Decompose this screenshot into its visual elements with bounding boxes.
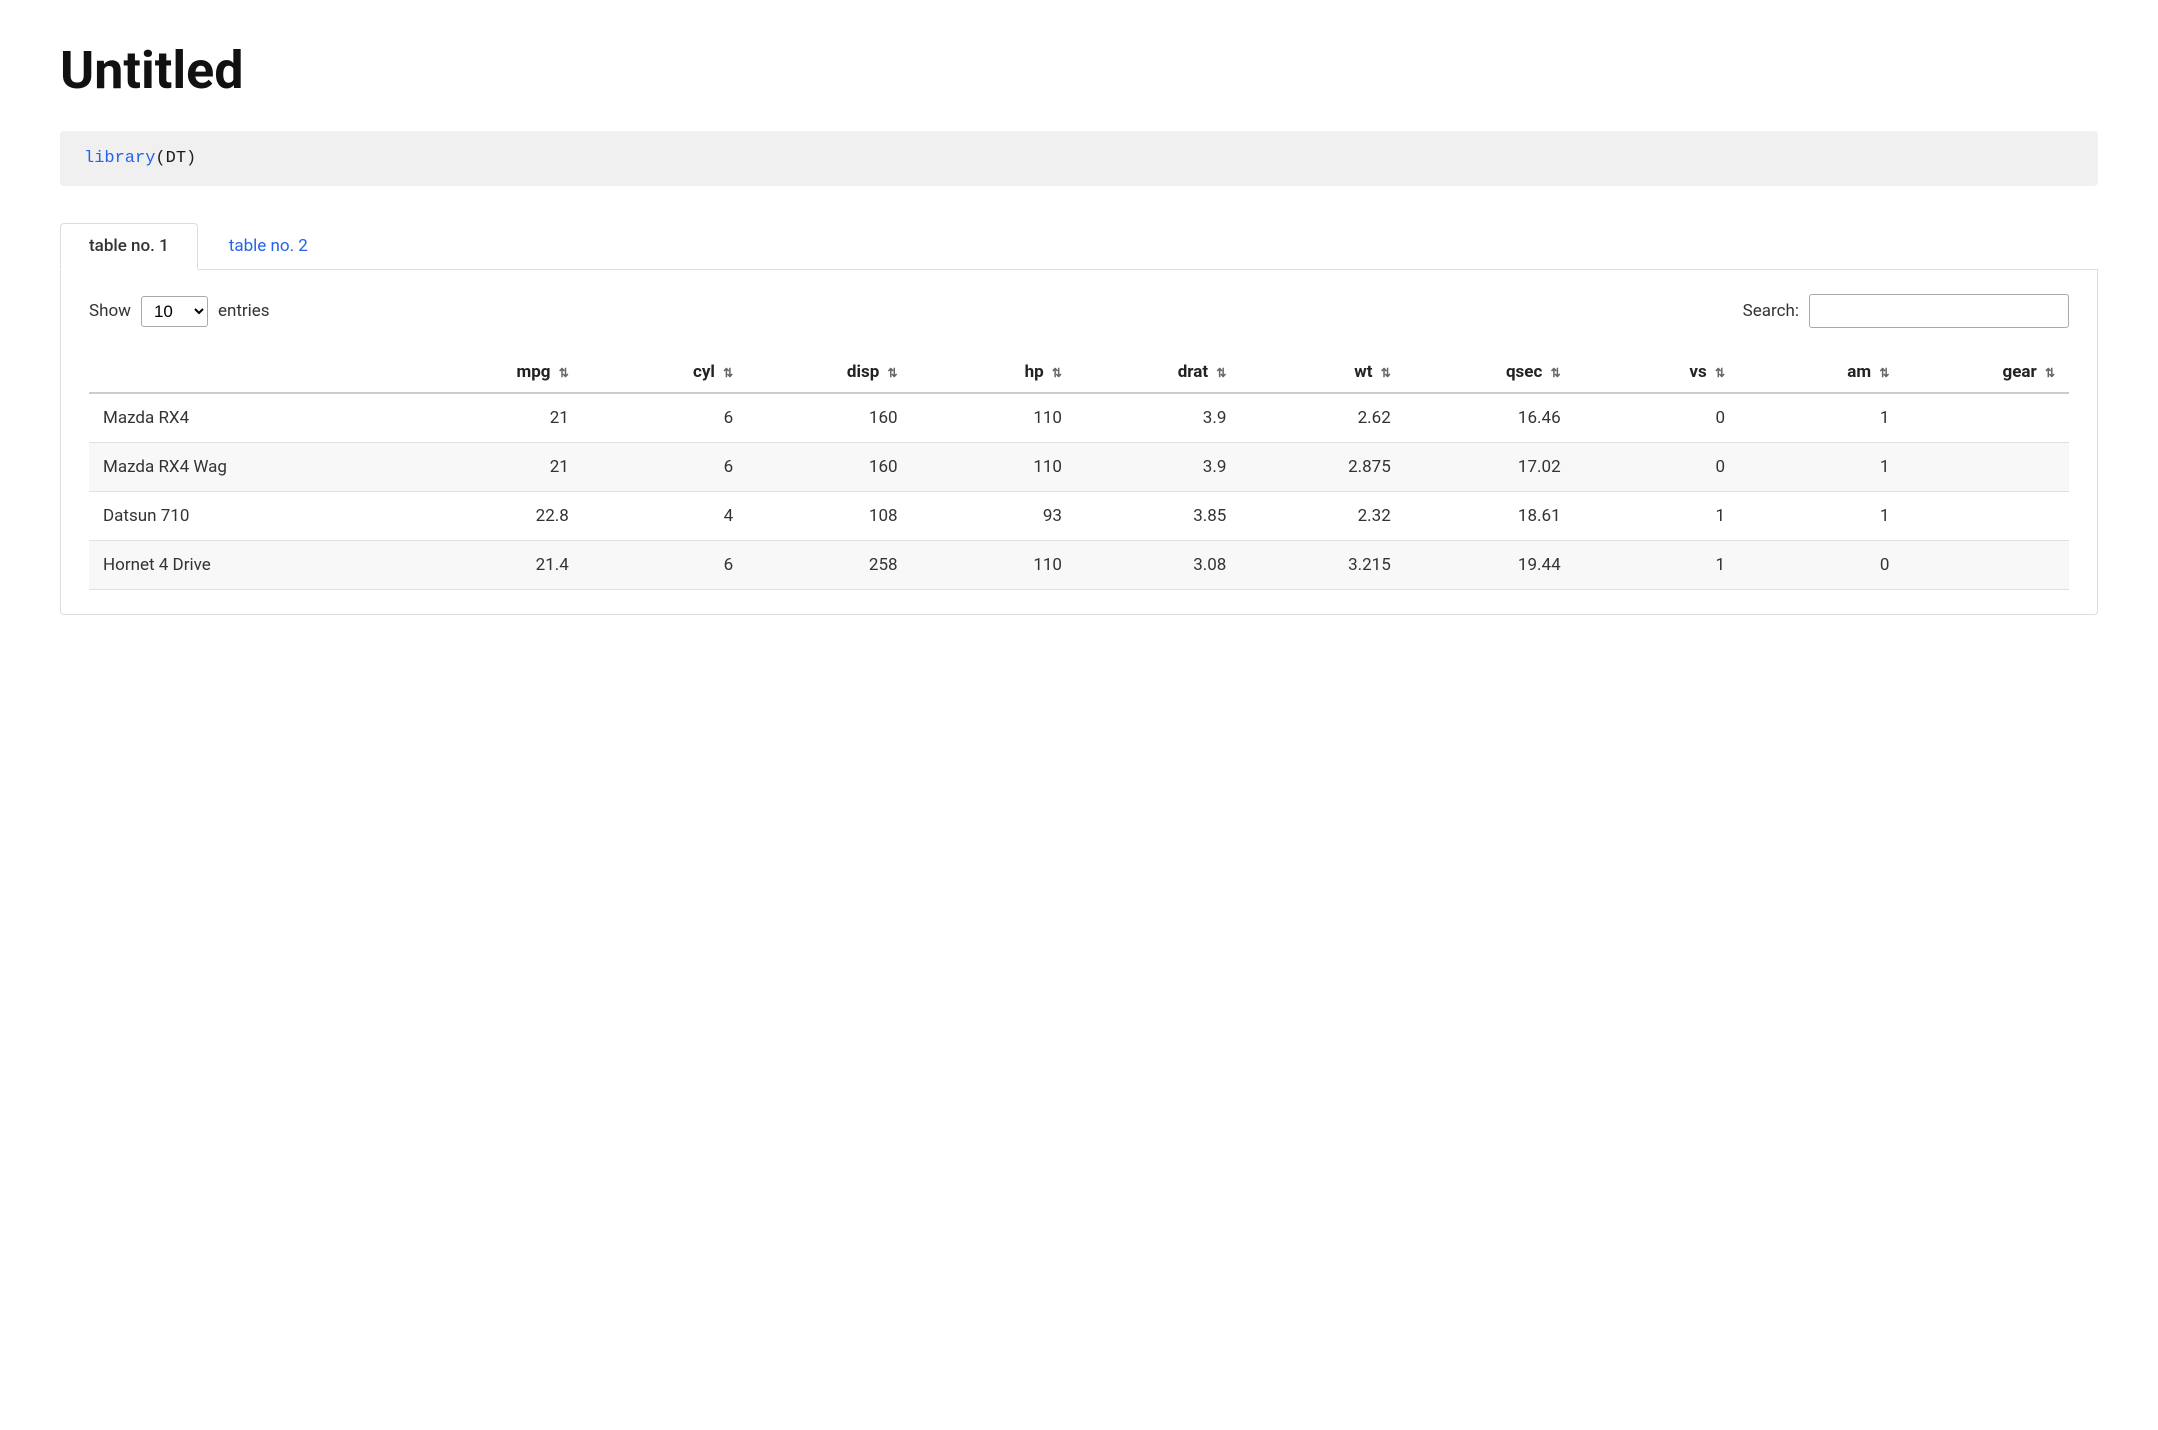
tab-table-2[interactable]: table no. 2 <box>200 223 337 270</box>
cell-wt: 3.215 <box>1240 541 1404 590</box>
show-label: Show <box>89 301 131 321</box>
cell-disp: 258 <box>747 541 911 590</box>
cell-vs: 0 <box>1575 393 1739 443</box>
table-body: Mazda RX42161601103.92.6216.4601Mazda RX… <box>89 393 2069 590</box>
table-row: Mazda RX4 Wag2161601103.92.87517.0201 <box>89 443 2069 492</box>
col-header-drat[interactable]: drat ⇅ <box>1076 352 1240 393</box>
search-area: Search: <box>1743 294 2069 328</box>
cell-gear <box>1903 443 2069 492</box>
cell-gear <box>1903 492 2069 541</box>
col-header-gear[interactable]: gear ⇅ <box>1903 352 2069 393</box>
cell-hp: 93 <box>912 492 1076 541</box>
sort-icon-qsec: ⇅ <box>1551 366 1561 380</box>
col-header-hp[interactable]: hp ⇅ <box>912 352 1076 393</box>
code-block: library(DT) <box>60 131 2098 186</box>
cell-disp: 160 <box>747 393 911 443</box>
entries-label: entries <box>218 301 270 321</box>
col-header-wt[interactable]: wt ⇅ <box>1240 352 1404 393</box>
cell-mpg: 21.4 <box>418 541 583 590</box>
sort-icon-hp: ⇅ <box>1052 366 1062 380</box>
search-label: Search: <box>1743 301 1799 321</box>
cell-wt: 2.32 <box>1240 492 1404 541</box>
col-header-disp[interactable]: disp ⇅ <box>747 352 911 393</box>
cell-name: Hornet 4 Drive <box>89 541 418 590</box>
cell-qsec: 16.46 <box>1405 393 1575 443</box>
cell-hp: 110 <box>912 541 1076 590</box>
cell-name: Datsun 710 <box>89 492 418 541</box>
cell-drat: 3.9 <box>1076 443 1240 492</box>
page-title: Untitled <box>60 40 2098 101</box>
table-container: Show 10 25 50 100 entries Search: mpg ⇅ <box>60 270 2098 615</box>
cell-am: 1 <box>1739 492 1903 541</box>
cell-mpg: 22.8 <box>418 492 583 541</box>
table-row: Hornet 4 Drive21.462581103.083.21519.441… <box>89 541 2069 590</box>
cell-cyl: 4 <box>583 492 747 541</box>
tab-table-1[interactable]: table no. 1 <box>60 223 198 270</box>
code-keyword: library <box>84 149 155 168</box>
col-header-name <box>89 352 418 393</box>
sort-icon-am: ⇅ <box>1879 366 1889 380</box>
cell-gear <box>1903 393 2069 443</box>
cell-am: 0 <box>1739 541 1903 590</box>
cell-name: Mazda RX4 <box>89 393 418 443</box>
table-overflow-wrapper: mpg ⇅ cyl ⇅ disp ⇅ hp ⇅ <box>89 352 2069 590</box>
col-header-mpg[interactable]: mpg ⇅ <box>418 352 583 393</box>
cell-hp: 110 <box>912 443 1076 492</box>
cell-hp: 110 <box>912 393 1076 443</box>
cell-qsec: 17.02 <box>1405 443 1575 492</box>
data-table: mpg ⇅ cyl ⇅ disp ⇅ hp ⇅ <box>89 352 2069 590</box>
cell-wt: 2.875 <box>1240 443 1404 492</box>
tabs-bar: table no. 1 table no. 2 <box>60 222 2098 270</box>
cell-vs: 1 <box>1575 541 1739 590</box>
cell-vs: 1 <box>1575 492 1739 541</box>
cell-mpg: 21 <box>418 393 583 443</box>
col-header-qsec[interactable]: qsec ⇅ <box>1405 352 1575 393</box>
table-row: Mazda RX42161601103.92.6216.4601 <box>89 393 2069 443</box>
cell-qsec: 18.61 <box>1405 492 1575 541</box>
sort-icon-mpg: ⇅ <box>559 366 569 380</box>
cell-gear <box>1903 541 2069 590</box>
cell-wt: 2.62 <box>1240 393 1404 443</box>
sort-icon-disp: ⇅ <box>888 366 898 380</box>
cell-qsec: 19.44 <box>1405 541 1575 590</box>
cell-drat: 3.08 <box>1076 541 1240 590</box>
cell-vs: 0 <box>1575 443 1739 492</box>
sort-icon-gear: ⇅ <box>2045 366 2055 380</box>
cell-name: Mazda RX4 Wag <box>89 443 418 492</box>
entries-select[interactable]: 10 25 50 100 <box>141 296 208 327</box>
search-input[interactable] <box>1809 294 2069 328</box>
table-row: Datsun 71022.84108933.852.3218.6111 <box>89 492 2069 541</box>
table-header-row: mpg ⇅ cyl ⇅ disp ⇅ hp ⇅ <box>89 352 2069 393</box>
sort-icon-wt: ⇅ <box>1381 366 1391 380</box>
sort-icon-vs: ⇅ <box>1715 366 1725 380</box>
cell-cyl: 6 <box>583 393 747 443</box>
col-header-cyl[interactable]: cyl ⇅ <box>583 352 747 393</box>
code-arg: DT <box>166 149 186 168</box>
sort-icon-cyl: ⇅ <box>723 366 733 380</box>
cell-drat: 3.85 <box>1076 492 1240 541</box>
col-header-am[interactable]: am ⇅ <box>1739 352 1903 393</box>
show-entries-control: Show 10 25 50 100 entries <box>89 296 270 327</box>
cell-am: 1 <box>1739 393 1903 443</box>
cell-cyl: 6 <box>583 443 747 492</box>
cell-cyl: 6 <box>583 541 747 590</box>
col-header-vs[interactable]: vs ⇅ <box>1575 352 1739 393</box>
cell-disp: 160 <box>747 443 911 492</box>
cell-disp: 108 <box>747 492 911 541</box>
table-controls: Show 10 25 50 100 entries Search: <box>89 294 2069 328</box>
cell-drat: 3.9 <box>1076 393 1240 443</box>
cell-am: 1 <box>1739 443 1903 492</box>
sort-icon-drat: ⇅ <box>1216 366 1226 380</box>
cell-mpg: 21 <box>418 443 583 492</box>
